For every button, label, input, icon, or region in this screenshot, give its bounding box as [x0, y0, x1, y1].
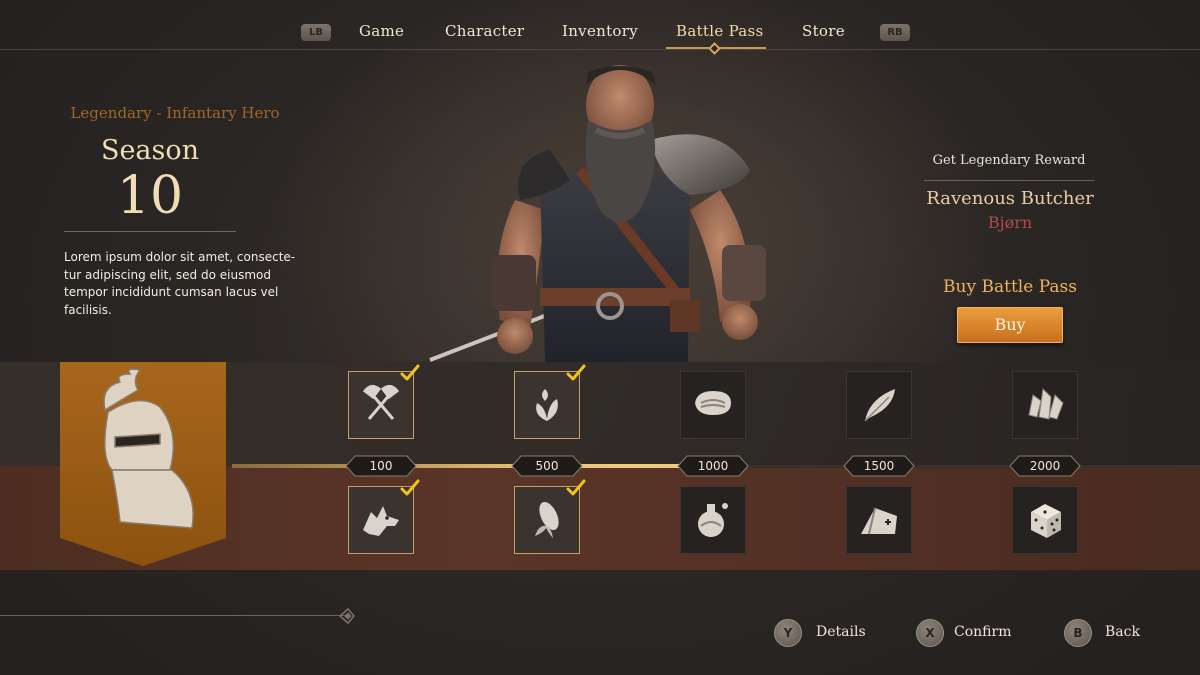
tier-threshold-value: 500 — [535, 459, 559, 473]
season-number: 10 — [116, 166, 184, 226]
footer-divider — [0, 615, 345, 616]
lb-button-icon[interactable]: LB — [301, 24, 331, 41]
buy-button[interactable]: Buy — [957, 307, 1063, 343]
reward-slot-top-2000[interactable] — [1012, 371, 1078, 439]
tier-threshold-label: 2000 — [1009, 455, 1081, 477]
reward-slot-bottom-2000[interactable] — [1012, 486, 1078, 554]
y-button-icon[interactable]: Y — [774, 619, 802, 647]
active-tab-diamond-icon — [708, 42, 721, 55]
tier-threshold-label: 1000 — [677, 455, 749, 477]
tier-threshold-value: 2000 — [1029, 459, 1061, 473]
tier-threshold-label: 100 — [345, 455, 417, 477]
tier-threshold-label: 500 — [511, 455, 583, 477]
reward-slot-top-1500[interactable] — [846, 371, 912, 439]
divider — [64, 231, 236, 232]
tier-threshold-value: 1000 — [697, 459, 729, 473]
tab-character[interactable]: Character — [445, 22, 524, 40]
x-button-icon[interactable]: X — [916, 619, 944, 647]
tab-game[interactable]: Game — [359, 22, 404, 40]
arrow-right-icon — [336, 606, 356, 626]
tab-battle-pass[interactable]: Battle Pass — [676, 22, 764, 40]
reward-slot-bottom-1500[interactable] — [846, 486, 912, 554]
checkmark-icon — [400, 364, 420, 382]
buy-battle-pass-title: Buy Battle Pass — [943, 277, 1077, 297]
rb-button-icon[interactable]: RB — [880, 24, 910, 41]
hero-portrait — [420, 60, 800, 362]
season-description: Lorem ipsum dolor sit amet, consecte-tur… — [64, 250, 296, 317]
knight-helmet-banner-icon — [60, 362, 226, 566]
hint-confirm-label: Confirm — [954, 624, 1012, 640]
reward-character-name: Bjørn — [987, 213, 1033, 232]
reward-slot-top-1000[interactable] — [680, 371, 746, 439]
top-navigation: LB Game Character Inventory Battle Pass … — [0, 0, 1200, 55]
tier-threshold-value: 1500 — [863, 459, 895, 473]
tab-store[interactable]: Store — [802, 22, 845, 40]
hero-rarity: Legendary - Infantary Hero — [70, 104, 280, 122]
legendary-reward-title: Get Legendary Reward — [932, 153, 1086, 168]
tier-threshold-label: 1500 — [843, 455, 915, 477]
checkmark-icon — [400, 479, 420, 497]
season-label: Season — [100, 135, 200, 166]
reward-slot-bottom-1000[interactable] — [680, 486, 746, 554]
hint-back-label: Back — [1105, 624, 1140, 640]
tier-threshold-value: 100 — [369, 459, 393, 473]
checkmark-icon — [566, 479, 586, 497]
checkmark-icon — [566, 364, 586, 382]
hint-details-label: Details — [816, 624, 866, 640]
b-button-icon[interactable]: B — [1064, 619, 1092, 647]
divider — [924, 180, 1094, 181]
progress-fill — [232, 464, 735, 468]
reward-name: Ravenous Butcher — [926, 188, 1094, 209]
tab-inventory[interactable]: Inventory — [562, 22, 638, 40]
